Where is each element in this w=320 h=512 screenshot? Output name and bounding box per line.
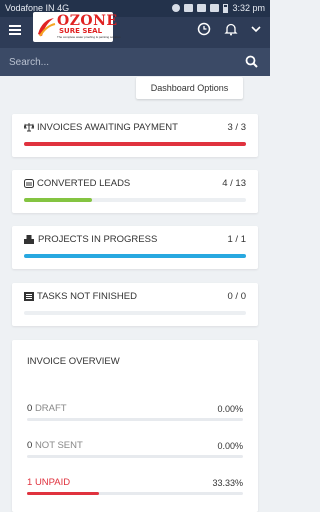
menu-icon[interactable] bbox=[9, 25, 21, 35]
cubes-icon bbox=[24, 234, 34, 244]
company-logo[interactable]: OZONE SURE SEAL The complete water proof… bbox=[33, 12, 120, 42]
dropdown-chevron-icon[interactable] bbox=[251, 25, 261, 33]
invoice-overview-card: INVOICE OVERVIEW 0 DRAFT 0.00% 0 NOT SEN… bbox=[12, 340, 258, 512]
stat-value: 3 / 3 bbox=[227, 122, 247, 133]
overview-percent: 0.00% bbox=[217, 404, 243, 414]
invoice-overview-title: INVOICE OVERVIEW bbox=[27, 356, 120, 367]
scale-icon bbox=[24, 122, 34, 132]
overview-label: NOT SENT bbox=[34, 440, 83, 451]
swoosh-icon bbox=[38, 18, 56, 37]
stat-label: TASKS NOT FINISHED bbox=[37, 291, 137, 302]
overview-percent: 33.33% bbox=[212, 478, 243, 488]
overview-count: 0 bbox=[27, 403, 33, 414]
overview-count: 0 bbox=[27, 440, 33, 451]
stat-card-projects[interactable]: PROJECTS IN PROGRESS 1 / 1 bbox=[12, 226, 258, 269]
tasks-icon bbox=[24, 291, 34, 301]
progress-bar bbox=[24, 254, 246, 258]
leads-icon bbox=[24, 178, 34, 188]
progress-bar bbox=[24, 142, 246, 146]
overview-label: DRAFT bbox=[34, 403, 67, 414]
stat-value: 4 / 13 bbox=[222, 178, 246, 189]
logo-subtitle: SURE SEAL bbox=[59, 27, 103, 35]
overview-label: UNPAID bbox=[34, 477, 71, 488]
bell-icon[interactable] bbox=[224, 22, 238, 36]
stat-card-tasks[interactable]: TASKS NOT FINISHED 0 / 0 bbox=[12, 283, 258, 326]
stat-value: 1 / 1 bbox=[227, 234, 247, 245]
progress-bar bbox=[24, 311, 246, 315]
clock-icon[interactable] bbox=[197, 22, 211, 36]
search-input[interactable] bbox=[9, 54, 229, 70]
overview-progress-bar bbox=[27, 455, 243, 458]
search-bar bbox=[0, 48, 270, 76]
status-icons: 3:32 pm bbox=[172, 3, 265, 13]
status-time: 3:32 pm bbox=[232, 3, 265, 13]
progress-bar bbox=[24, 198, 246, 202]
stat-label: CONVERTED LEADS bbox=[37, 178, 131, 189]
overview-count: 1 bbox=[27, 477, 33, 488]
overview-row-draft[interactable]: 0 DRAFT 0.00% bbox=[27, 398, 243, 426]
overview-row-not-sent[interactable]: 0 NOT SENT 0.00% bbox=[27, 435, 243, 463]
logo-tagline: The complete water proofing & painting s… bbox=[57, 35, 121, 39]
signal-icon bbox=[210, 4, 220, 12]
search-icon[interactable] bbox=[245, 55, 258, 68]
battery-icon bbox=[223, 3, 229, 13]
dashboard-options-button[interactable]: Dashboard Options bbox=[136, 77, 243, 99]
overview-progress-bar bbox=[27, 418, 243, 421]
overview-percent: 0.00% bbox=[217, 441, 243, 451]
eye-icon bbox=[172, 4, 181, 12]
stat-label: PROJECTS IN PROGRESS bbox=[38, 234, 158, 245]
stat-label: INVOICES AWAITING PAYMENT bbox=[37, 122, 178, 133]
app-header: OZONE SURE SEAL The complete water proof… bbox=[0, 12, 270, 48]
stat-card-invoices[interactable]: INVOICES AWAITING PAYMENT 3 / 3 bbox=[12, 114, 258, 157]
overview-progress-bar bbox=[27, 492, 243, 495]
stat-card-leads[interactable]: CONVERTED LEADS 4 / 13 bbox=[12, 170, 258, 213]
vibrate-icon bbox=[184, 4, 194, 12]
stat-value: 0 / 0 bbox=[227, 291, 247, 302]
wifi-icon bbox=[197, 4, 207, 12]
overview-row-unpaid[interactable]: 1 UNPAID 33.33% bbox=[27, 472, 243, 500]
